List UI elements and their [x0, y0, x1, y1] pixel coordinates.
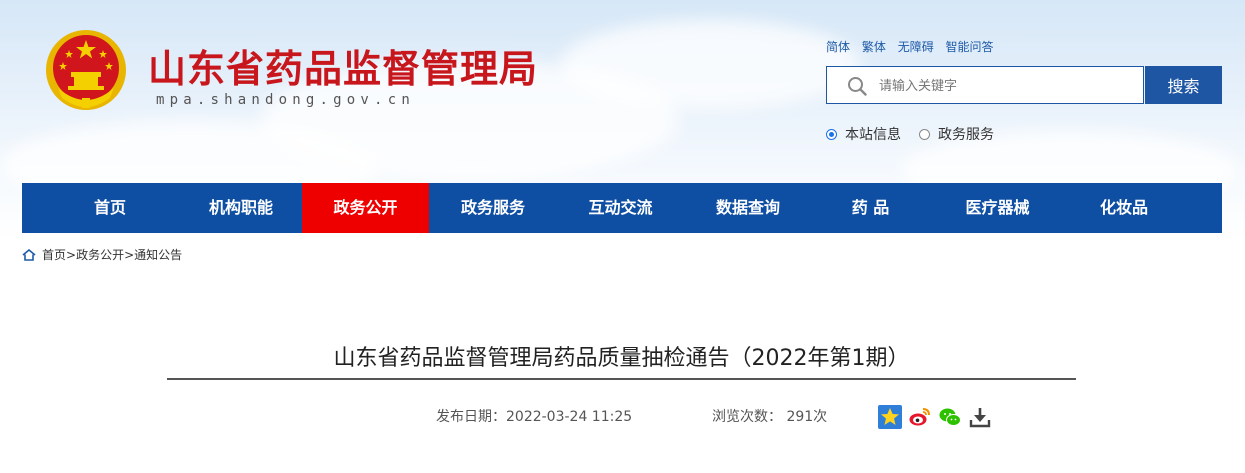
- search-icon: [848, 77, 867, 96]
- nav-item-drugs[interactable]: 药 品: [812, 183, 929, 233]
- wechat-icon[interactable]: [938, 405, 962, 429]
- breadcrumb-separator: >: [124, 247, 135, 262]
- scope-site-info-label: 本站信息: [845, 127, 901, 143]
- title-divider: [167, 378, 1076, 380]
- breadcrumb-gov-affairs[interactable]: 政务公开: [76, 246, 124, 263]
- radio-checked-icon: [826, 128, 837, 140]
- breadcrumb: 首页 > 政务公开 > 通知公告: [22, 246, 182, 263]
- scope-gov-service-radio[interactable]: 政务服务: [919, 124, 994, 144]
- search-scope: 本站信息 政务服务: [826, 124, 1012, 144]
- nav-item-org-functions[interactable]: 机构职能: [180, 183, 302, 233]
- search-box: [826, 66, 1144, 105]
- weibo-icon[interactable]: [908, 405, 932, 429]
- scope-site-info-radio[interactable]: 本站信息: [826, 124, 901, 144]
- cloud-decoration: [560, 20, 860, 110]
- favorite-star-icon[interactable]: [878, 405, 902, 429]
- download-icon[interactable]: [968, 405, 992, 429]
- breadcrumb-separator: >: [66, 247, 77, 262]
- utility-links: 简体 繁体 无障碍 智能问答: [826, 38, 1002, 55]
- nav-item-gov-affairs[interactable]: 政务公开: [302, 183, 429, 233]
- accessibility-link[interactable]: 无障碍: [898, 40, 934, 54]
- breadcrumb-home[interactable]: 首页: [42, 246, 66, 263]
- article-title: 山东省药品监督管理局药品质量抽检通告（2022年第1期）: [333, 346, 910, 371]
- view-count: 浏览次数： 291次: [712, 409, 828, 425]
- home-icon: [22, 248, 36, 261]
- nav-item-interaction[interactable]: 互动交流: [557, 183, 684, 233]
- nav-item-home[interactable]: 首页: [22, 183, 180, 233]
- search-input[interactable]: [877, 67, 1141, 105]
- nav-item-gov-service[interactable]: 政务服务: [429, 183, 557, 233]
- smart-qa-link[interactable]: 智能问答: [946, 40, 994, 54]
- scope-gov-service-label: 政务服务: [938, 127, 994, 143]
- nav-item-cosmetics[interactable]: 化妆品: [1066, 183, 1182, 233]
- site-title[interactable]: 山东省药品监督管理局: [148, 38, 538, 93]
- site-domain: mpa.shandong.gov.cn: [156, 92, 415, 108]
- breadcrumb-notices[interactable]: 通知公告: [134, 246, 182, 263]
- national-emblem-logo[interactable]: [44, 28, 128, 112]
- lang-traditional-link[interactable]: 繁体: [862, 40, 886, 54]
- nav-item-medical-devices[interactable]: 医疗器械: [929, 183, 1066, 233]
- radio-unchecked-icon: [919, 128, 930, 140]
- main-nav: 首页 机构职能 政务公开 政务服务 互动交流 数据查询 药 品 医疗器械 化妆品: [22, 183, 1222, 233]
- lang-simplified-link[interactable]: 简体: [826, 40, 850, 54]
- search-button[interactable]: 搜索: [1145, 66, 1222, 104]
- nav-item-data-query[interactable]: 数据查询: [684, 183, 812, 233]
- publish-date: 发布日期：2022-03-24 11:25: [436, 409, 633, 425]
